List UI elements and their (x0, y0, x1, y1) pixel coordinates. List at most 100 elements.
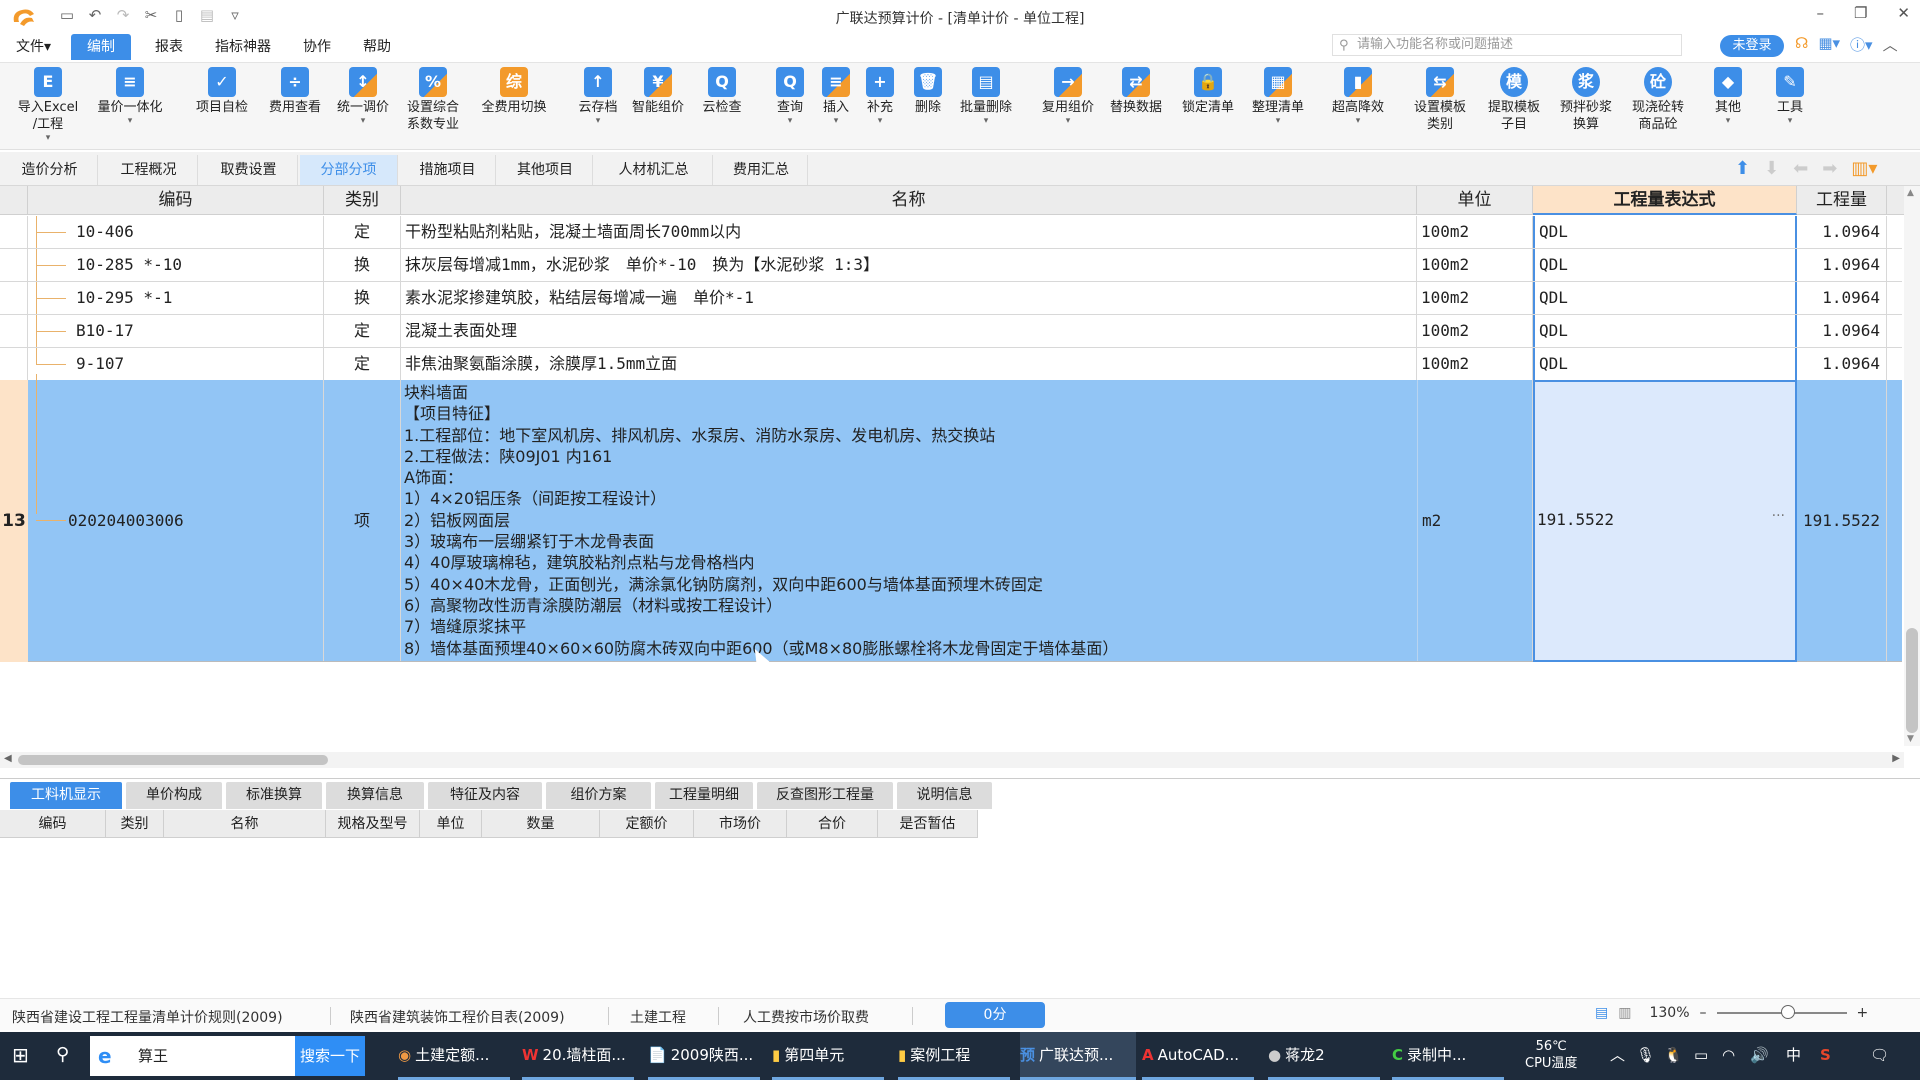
taskbar-app-0[interactable]: ◉ 土建定额... (398, 1032, 510, 1080)
selected-type[interactable]: 项 (324, 380, 401, 661)
tab-7[interactable]: 费用汇总 (715, 155, 808, 185)
minimize-button[interactable]: – (1816, 4, 1824, 22)
menu-edit[interactable]: 编制 (71, 34, 132, 60)
qq-icon[interactable]: 🐧 (1664, 1032, 1683, 1080)
scroll-down-icon[interactable]: ▼ (1907, 734, 1914, 744)
horizontal-scroll-thumb[interactable] (18, 755, 328, 765)
menu-file[interactable]: 文件▾ (0, 34, 67, 60)
status-pricing-rule[interactable]: 陕西省建设工程工程量清单计价规则(2009) (12, 1007, 283, 1027)
detail-tab-8[interactable]: 说明信息 (897, 782, 992, 809)
expression-cell[interactable]: QDL (1533, 216, 1797, 248)
column-settings-icon[interactable]: ▥▾ (1851, 158, 1877, 179)
sogou-icon[interactable]: S (1820, 1032, 1831, 1080)
quantity-cell[interactable]: 1.0964 (1797, 216, 1887, 248)
quantity-cell[interactable]: 1.0964 (1797, 249, 1887, 281)
table-row[interactable]: 10-295 *-1 换素水泥浆掺建筑胶，粘结层每增减一遍 单价*-1 100m2 Q… (0, 282, 1902, 315)
selected-unit[interactable]: m2 (1417, 380, 1533, 661)
ribbon-button-2[interactable]: ✓ 项目自检 (187, 67, 257, 116)
dropdown-arrow-icon[interactable]: ▾ (89, 116, 171, 126)
tab-4[interactable]: 措施项目 (400, 155, 496, 185)
tab-1[interactable]: 工程概况 (100, 155, 198, 185)
header-type[interactable]: 类别 (324, 186, 401, 215)
code-cell[interactable]: 10-285 *-10 (28, 249, 324, 281)
expression-cell[interactable]: QDL (1533, 282, 1797, 314)
dropdown-arrow-icon[interactable]: ▾ (814, 116, 858, 126)
start-button[interactable]: ⊞ (12, 1032, 29, 1080)
tab-0[interactable]: 造价分析 (2, 155, 98, 185)
menu-report[interactable]: 报表 (139, 34, 199, 60)
score-badge[interactable]: 0分 (945, 1002, 1045, 1028)
detail-header-6[interactable]: 定额价 (600, 810, 694, 838)
status-labor-fee[interactable]: 人工费按市场价取费 (743, 1007, 869, 1027)
move-right-icon[interactable]: ➡ (1822, 158, 1837, 179)
expression-cell[interactable]: QDL (1533, 315, 1797, 347)
name-cell[interactable]: 抹灰层每增减1mm，水泥砂浆 单价*-10 换为【水泥砂浆 1:3】 (401, 249, 1417, 281)
taskbar-app-8[interactable]: C 录制中... (1392, 1032, 1504, 1080)
ribbon-button-15[interactable]: → 复用组价 ▾ (1034, 67, 1102, 126)
taskbar-app-6[interactable]: A AutoCAD... (1142, 1032, 1254, 1080)
ribbon-button-25[interactable]: ✎ 工具 ▾ (1768, 67, 1812, 126)
dropdown-arrow-icon[interactable]: ▾ (1244, 116, 1312, 126)
ribbon-button-11[interactable]: ≡ 插入 ▾ (814, 67, 858, 126)
unit-cell[interactable]: 100m2 (1417, 315, 1533, 347)
header-quantity[interactable]: 工程量 (1797, 186, 1887, 215)
tab-3[interactable]: 分部分项 (300, 155, 398, 185)
name-cell[interactable]: 素水泥浆掺建筑胶，粘结层每增减一遍 单价*-1 (401, 282, 1417, 314)
detail-header-8[interactable]: 合价 (787, 810, 878, 838)
code-cell[interactable]: B10-17 (28, 315, 324, 347)
code-cell[interactable]: 9-107 (28, 348, 324, 380)
detail-header-3[interactable]: 规格及型号 (326, 810, 420, 838)
selected-code[interactable]: 020204003006 (64, 380, 324, 661)
move-down-icon[interactable]: ⬇ (1764, 158, 1779, 179)
login-button[interactable]: 未登录 (1720, 35, 1784, 57)
wifi-icon[interactable]: ◠ (1722, 1032, 1735, 1080)
microphone-icon[interactable]: 🎙 (1636, 1032, 1655, 1080)
expression-cell[interactable]: QDL (1533, 249, 1797, 281)
unit-cell[interactable]: 100m2 (1417, 282, 1533, 314)
type-cell[interactable]: 定 (324, 348, 401, 380)
scroll-left-icon[interactable]: ◀ (4, 753, 12, 764)
expression-value[interactable]: 191.5522 (1537, 510, 1614, 529)
ribbon-button-24[interactable]: ◆ 其他 ▾ (1706, 67, 1750, 126)
taskbar-app-1[interactable]: W 20.墙柱面... (522, 1032, 634, 1080)
ribbon-button-7[interactable]: ↑ 云存档 ▾ (570, 67, 626, 126)
taskbar-search-button[interactable]: 搜索一下 (295, 1036, 365, 1076)
header-name[interactable]: 名称 (401, 186, 1417, 215)
quantity-cell[interactable]: 1.0964 (1797, 315, 1887, 347)
ribbon-button-23[interactable]: 砼现浇砼转 商品砼 (1621, 67, 1695, 133)
quantity-cell[interactable]: 1.0964 (1797, 282, 1887, 314)
ribbon-button-16[interactable]: ⇄ 替换数据 (1102, 67, 1170, 116)
ribbon-button-21[interactable]: 模提取模板 子目 (1477, 67, 1551, 133)
expression-cell[interactable]: QDL (1533, 348, 1797, 380)
function-search-input[interactable]: ⚲ 请输入功能名称或问题描述 (1332, 34, 1682, 56)
taskbar-app-3[interactable]: ▮ 第四单元 (772, 1032, 884, 1080)
ribbon-button-9[interactable]: Q 云检查 (694, 67, 750, 116)
battery-icon[interactable]: ▭ (1694, 1032, 1708, 1080)
name-cell[interactable]: 干粉型粘贴剂粘贴，混凝土墙面周长700mm以内 (401, 216, 1417, 248)
horizontal-scrollbar[interactable]: ◀ ▶ (0, 752, 1904, 768)
dropdown-arrow-icon[interactable]: ▾ (767, 116, 813, 126)
dropdown-arrow-icon[interactable]: ▾ (1706, 116, 1750, 126)
ribbon-button-0[interactable]: E 导入Excel/工程 ▾ (12, 67, 84, 143)
unit-cell[interactable]: 100m2 (1417, 216, 1533, 248)
menu-collaborate[interactable]: 协作 (287, 34, 347, 60)
detail-tab-0[interactable]: 工料机显示 (10, 782, 122, 809)
table-row[interactable]: 10-406 定干粉型粘贴剂粘贴，混凝土墙面周长700mm以内 100m2 QDL 1.… (0, 216, 1902, 249)
vertical-scroll-thumb[interactable] (1906, 628, 1918, 733)
dropdown-arrow-icon[interactable]: ▾ (328, 116, 398, 126)
detail-tab-5[interactable]: 组价方案 (546, 782, 651, 809)
taskbar-app-4[interactable]: ▮ 案例工程 (898, 1032, 1010, 1080)
ribbon-button-10[interactable]: Q 查询 ▾ (767, 67, 813, 126)
detail-header-5[interactable]: 数量 (482, 810, 600, 838)
table-row[interactable]: 9-107 定非焦油聚氨酯涂膜，涂膜厚1.5mm立面 100m2 QDL 1.0964 (0, 348, 1902, 381)
layout-single-icon[interactable]: ▤ (1595, 1005, 1608, 1021)
zoom-in-button[interactable]: + (1857, 1005, 1869, 1021)
layout-split-icon[interactable]: ▥ (1618, 1005, 1631, 1021)
ribbon-button-20[interactable]: ⇆ 设置模板 类别 (1403, 67, 1477, 133)
dropdown-arrow-icon[interactable]: ▾ (1768, 116, 1812, 126)
dropdown-arrow-icon[interactable]: ▾ (858, 116, 902, 126)
type-cell[interactable]: 定 (324, 315, 401, 347)
status-project-type[interactable]: 土建工程 (630, 1007, 686, 1027)
type-cell[interactable]: 换 (324, 249, 401, 281)
ribbon-button-17[interactable]: 🔒 锁定清单 (1174, 67, 1242, 116)
